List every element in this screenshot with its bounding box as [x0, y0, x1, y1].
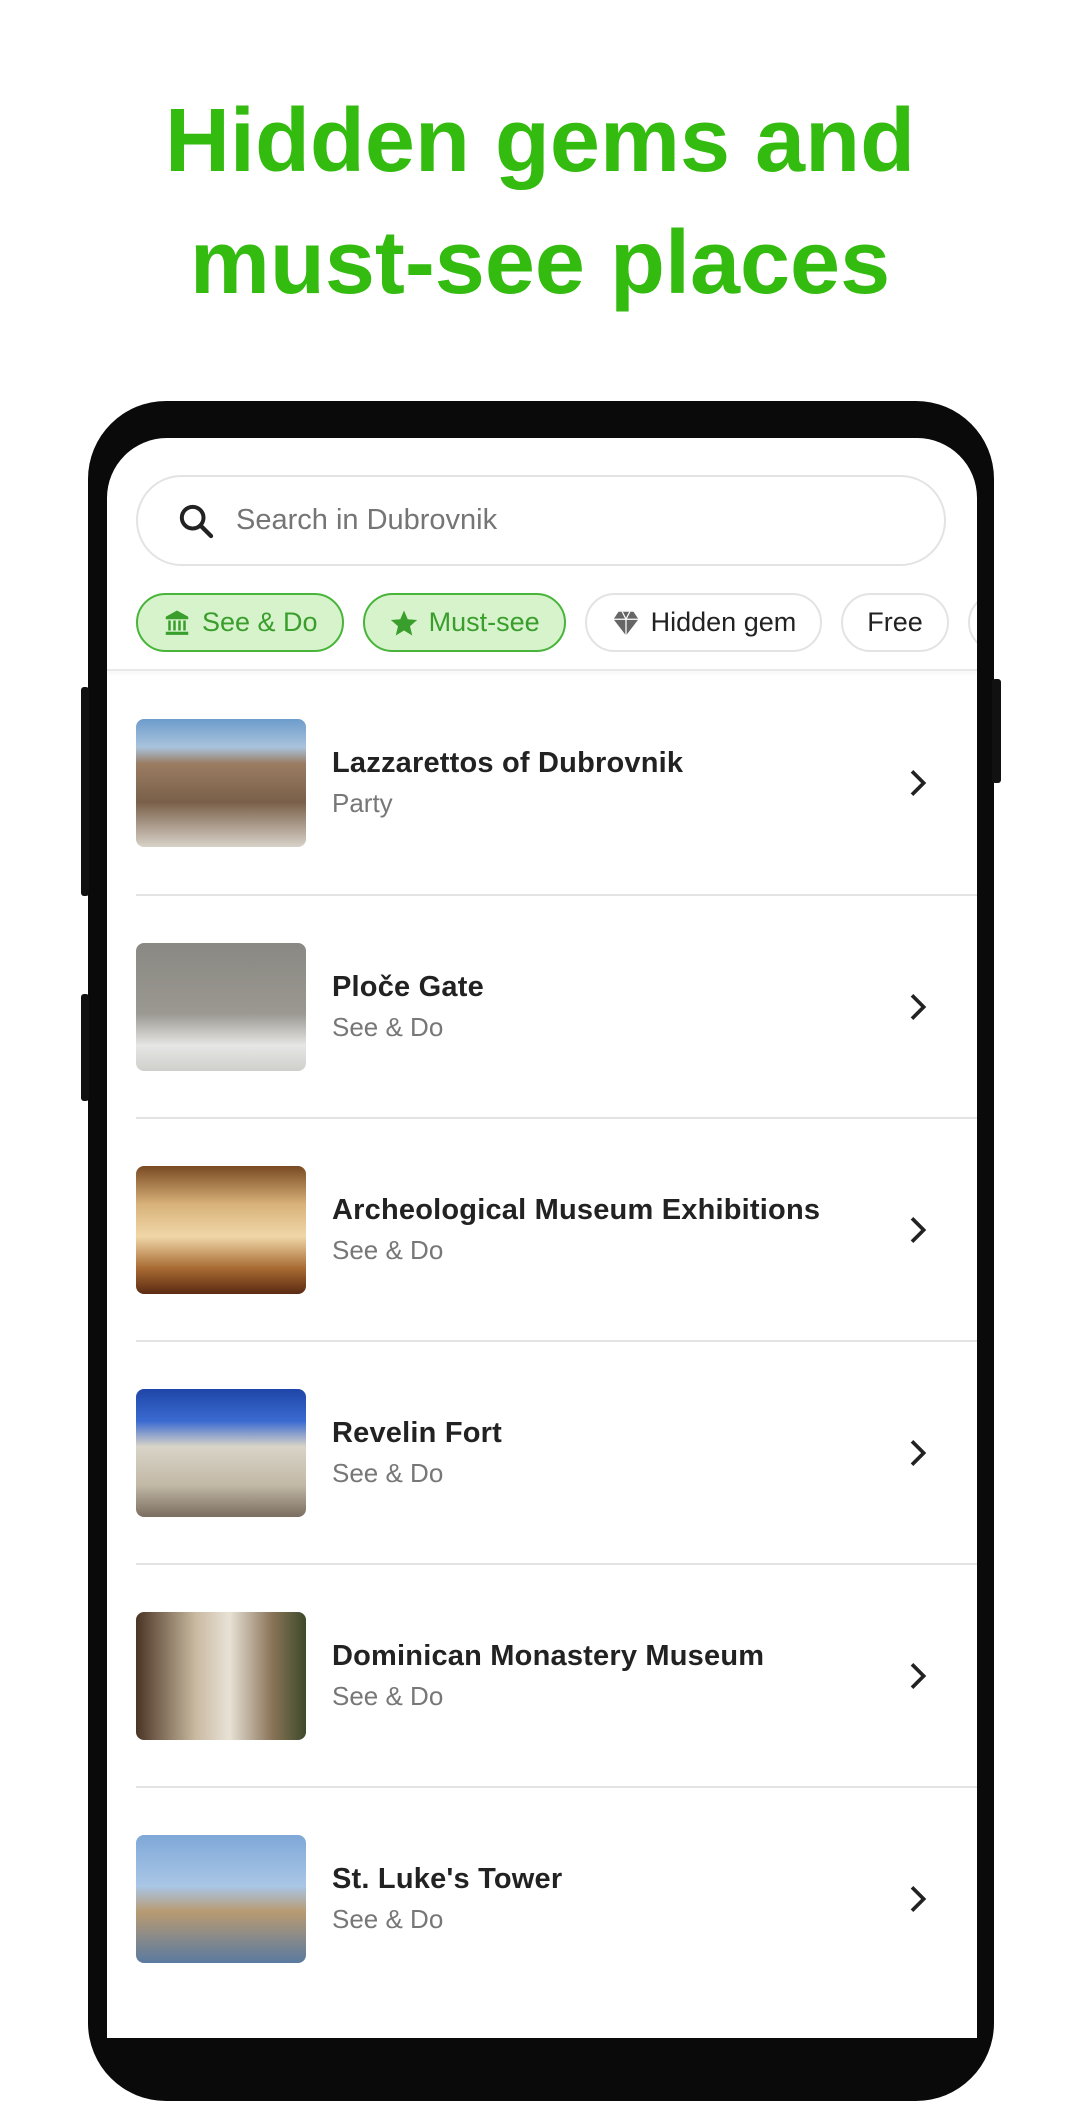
place-thumbnail [136, 1388, 306, 1517]
chip-label: See & Do [202, 607, 318, 637]
place-thumbnail [136, 1834, 306, 1963]
power-button [992, 679, 1001, 783]
chip-label: Hidden gem [650, 607, 797, 637]
diamond-icon [613, 610, 639, 635]
place-title: Revelin Fort [332, 1416, 502, 1449]
museum-icon [165, 610, 189, 635]
chevron-right-icon [910, 769, 927, 796]
star-icon [390, 610, 417, 635]
place-thumbnail [136, 1165, 306, 1294]
place-thumbnail [136, 1611, 306, 1740]
phone-screen: Search in Dubrovnik See & Do Must-see Hi… [107, 438, 977, 2038]
chevron-right-icon [910, 1885, 927, 1912]
headline: Hidden gems and must-see places [0, 80, 1080, 324]
place-title: Lazzarettos of Dubrovnik [332, 746, 684, 779]
chip-see-and-do[interactable]: See & Do [136, 593, 344, 652]
chevron-right-icon [910, 1216, 927, 1243]
chevron-right-icon [910, 993, 927, 1020]
list-item[interactable]: Archeological Museum Exhibitions See & Do [136, 1117, 977, 1340]
place-category: See & Do [332, 1234, 444, 1265]
search-icon [179, 504, 214, 538]
place-category: See & Do [332, 1680, 444, 1711]
chip-label: Must-see [428, 607, 540, 637]
place-thumbnail [136, 718, 306, 847]
chip-label: Free [867, 607, 923, 637]
search-placeholder: Search in Dubrovnik [236, 504, 498, 536]
filter-chips: See & Do Must-see Hidden gem Free [136, 593, 977, 652]
side-button [81, 994, 89, 1101]
chip-must-see[interactable]: Must-see [362, 593, 566, 652]
chip-hidden-gem[interactable]: Hidden gem [584, 593, 823, 652]
chip-more[interactable] [967, 593, 977, 652]
place-thumbnail [136, 942, 306, 1071]
place-title: Dominican Monastery Museum [332, 1639, 765, 1672]
volume-button [81, 687, 89, 896]
list-item[interactable]: St. Luke's Tower See & Do [136, 1786, 977, 2009]
places-list: Lazzarettos of Dubrovnik Party Ploče Gate… [107, 671, 977, 2009]
chip-free[interactable]: Free [841, 593, 949, 652]
list-item[interactable]: Lazzarettos of Dubrovnik Party [107, 671, 977, 894]
headline-line-1: Hidden gems and [164, 91, 916, 191]
chevron-right-icon [910, 1439, 927, 1466]
list-item[interactable]: Revelin Fort See & Do [136, 1340, 977, 1563]
place-title: Archeological Museum Exhibitions [332, 1193, 821, 1226]
place-title: Ploče Gate [332, 970, 484, 1003]
place-category: See & Do [332, 1903, 444, 1934]
chevron-right-icon [910, 1662, 927, 1689]
list-item[interactable]: Ploče Gate See & Do [136, 894, 977, 1117]
place-title: St. Luke's Tower [332, 1862, 563, 1895]
place-category: See & Do [332, 1457, 444, 1488]
search-input[interactable]: Search in Dubrovnik [136, 475, 946, 566]
headline-line-2: must-see places [189, 213, 891, 313]
list-item[interactable]: Dominican Monastery Museum See & Do [136, 1563, 977, 1786]
place-category: Party [332, 787, 393, 818]
place-category: See & Do [332, 1011, 444, 1042]
